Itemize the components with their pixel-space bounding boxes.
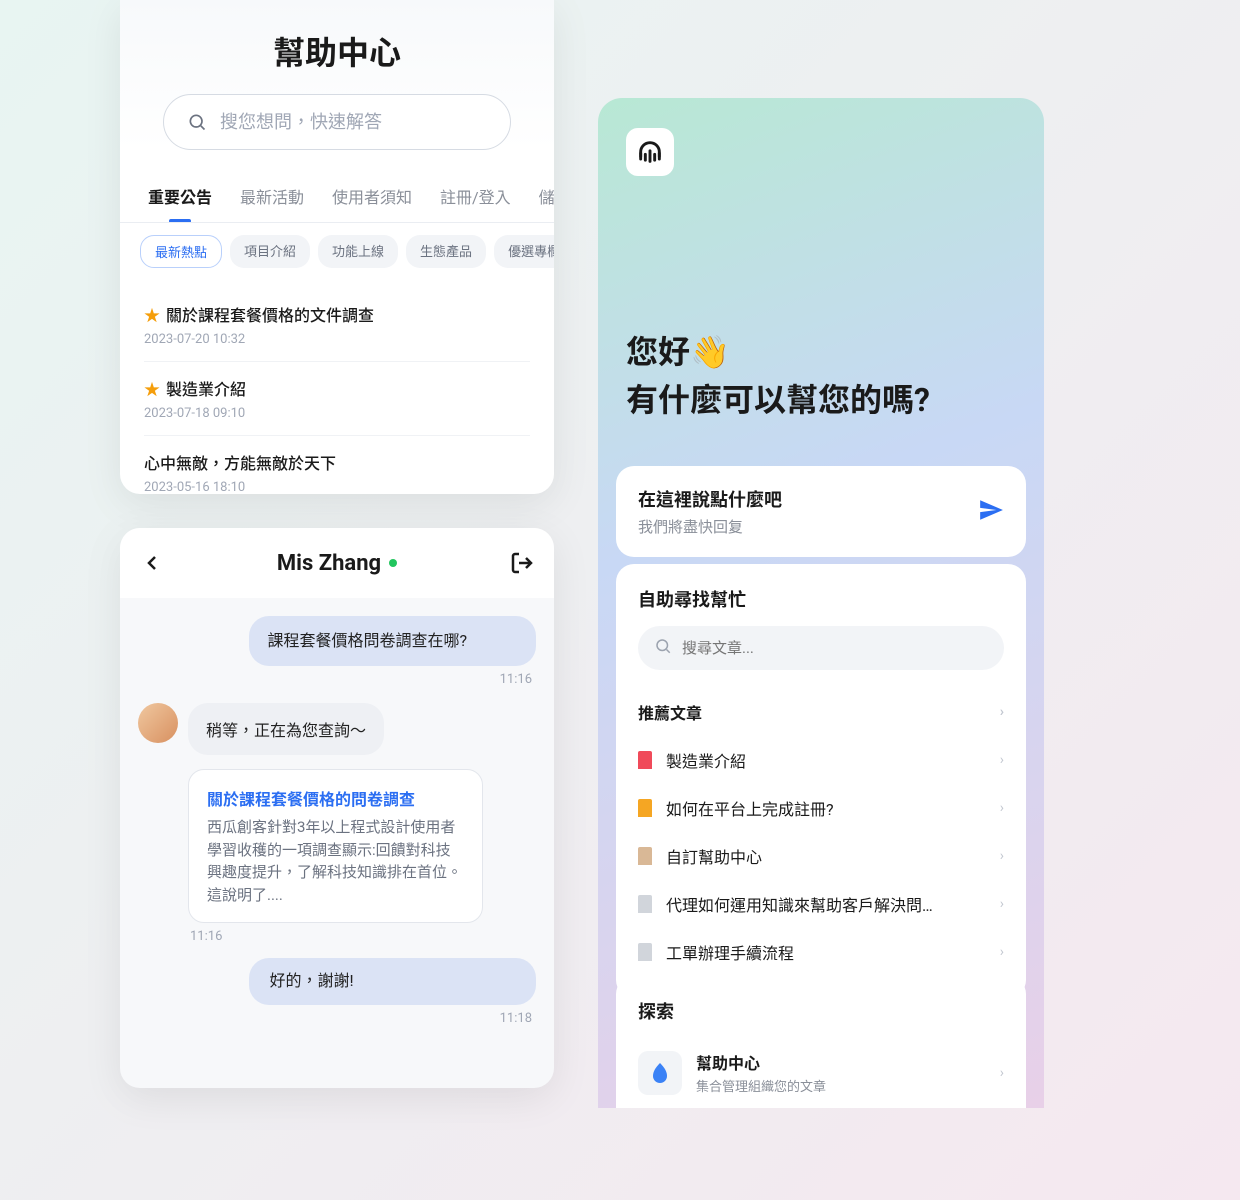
- pill-eco[interactable]: 生態產品: [406, 235, 486, 268]
- bookmark-icon: [638, 847, 652, 865]
- search-icon: [187, 112, 207, 132]
- star-icon: ★: [144, 302, 160, 326]
- chevron-right-icon: ›: [1000, 944, 1004, 960]
- message-timestamp: 11:18: [138, 1011, 532, 1026]
- agent-message-row: 稍等，正在為您查詢～: [138, 703, 536, 755]
- chat-body: 課程套餐價格問卷調查在哪? 11:16 稍等，正在為您查詢～ 關於課程套餐價格的…: [120, 598, 554, 1060]
- search-icon: [654, 637, 672, 659]
- item-title-text: 心中無敵，方能無敵於天下: [144, 450, 336, 474]
- bookmark-icon: [638, 943, 652, 961]
- chat-window: Mis Zhang 課程套餐價格問卷調查在哪? 11:16 稍等，正在為您查詢～…: [120, 528, 554, 1088]
- recommended-articles-row[interactable]: 推薦文章 ›: [638, 688, 1004, 736]
- explore-row-developer-center[interactable]: 開發者中心 問題解答 ›: [638, 1107, 1004, 1108]
- article-title: 代理如何運用知識來幫助客戶解決問…: [666, 892, 933, 916]
- exit-icon[interactable]: [510, 551, 534, 575]
- agent-message-bubble: 稍等，正在為您查詢～: [188, 703, 384, 755]
- article-search-wrap: [638, 626, 1004, 670]
- explore-card: 探索 幫助中心 集合管理組織您的文章 › 開發者中心 問題解答 ›: [616, 976, 1026, 1108]
- greeting-line-2: 有什麼可以幫您的嗎?: [626, 376, 930, 424]
- chevron-right-icon: ›: [1000, 704, 1004, 720]
- chat-header: Mis Zhang: [120, 528, 554, 598]
- help-center-title: 幫助中心: [144, 28, 530, 74]
- help-center-card: 幫助中心 重要公告 最新活動 使用者須知 註冊/登入 儲值 最新熱點 項目介紹 …: [120, 0, 554, 494]
- ask-question-card[interactable]: 在這裡說點什麼吧 我們將盡快回复: [616, 466, 1026, 557]
- item-title-text: 製造業介紹: [166, 376, 246, 400]
- article-row[interactable]: 如何在平台上完成註冊? ›: [638, 784, 1004, 832]
- item-timestamp: 2023-07-20 10:32: [144, 332, 530, 347]
- online-status-dot: [389, 559, 397, 567]
- article-row[interactable]: 工單辦理手續流程 ›: [638, 928, 1004, 976]
- explore-title: 探索: [638, 998, 1004, 1024]
- item-timestamp: 2023-07-18 09:10: [144, 406, 530, 421]
- message-timestamp: 11:16: [190, 929, 536, 944]
- search-field-wrap: [163, 94, 511, 150]
- chevron-right-icon: ›: [1000, 752, 1004, 768]
- ask-title: 在這裡說點什麼吧: [638, 486, 782, 512]
- send-icon: [978, 497, 1004, 527]
- pill-featured[interactable]: 優選專欄: [494, 235, 554, 268]
- tab-register-login[interactable]: 註冊/登入: [440, 170, 511, 222]
- explore-row-help-center[interactable]: 幫助中心 集合管理組織您的文章 ›: [638, 1038, 1004, 1107]
- article-card-bubble[interactable]: 關於課程套餐價格的問卷調查 西瓜創客針對3年以上程式設計使用者學習收穫的一項調查…: [188, 769, 483, 923]
- self-help-card: 自助尋找幫忙 推薦文章 › 製造業介紹 › 如何在平台上完成註冊? › 自訂幫助…: [616, 564, 1026, 998]
- item-timestamp: 2023-05-16 18:10: [144, 480, 530, 494]
- article-title: 自訂幫助中心: [666, 844, 762, 868]
- article-row[interactable]: 製造業介紹 ›: [638, 736, 1004, 784]
- list-item[interactable]: ★關於課程套餐價格的文件調查 2023-07-20 10:32: [144, 288, 530, 362]
- chevron-right-icon: ›: [1000, 800, 1004, 816]
- pill-features[interactable]: 功能上線: [318, 235, 398, 268]
- list-item[interactable]: 心中無敵，方能無敵於天下 2023-05-16 18:10: [144, 436, 530, 494]
- chevron-right-icon: ›: [1000, 848, 1004, 864]
- agent-avatar: [138, 703, 178, 743]
- self-help-title: 自助尋找幫忙: [638, 586, 1004, 612]
- tab-announcements[interactable]: 重要公告: [148, 170, 212, 222]
- tab-events[interactable]: 最新活動: [240, 170, 304, 222]
- filter-pills: 最新熱點 項目介紹 功能上線 生態產品 優選專欄: [120, 223, 554, 280]
- leaf-icon: [638, 1051, 682, 1095]
- user-message-bubble: 課程套餐價格問卷調查在哪?: [249, 616, 536, 666]
- ask-text-block: 在這裡說點什麼吧 我們將盡快回复: [638, 486, 782, 537]
- user-message-bubble: 好的，謝謝!: [249, 958, 536, 1004]
- article-title: 如何在平台上完成註冊?: [666, 796, 834, 820]
- bookmark-icon: [638, 751, 652, 769]
- pill-hot[interactable]: 最新熱點: [140, 235, 222, 268]
- ask-subtitle: 我們將盡快回复: [638, 516, 782, 537]
- bookmark-icon: [638, 799, 652, 817]
- assistant-panel: 您好👋 有什麼可以幫您的嗎? 在這裡說點什麼吧 我們將盡快回复 自助尋找幫忙 推…: [598, 98, 1044, 1108]
- explore-item-title: 幫助中心: [696, 1050, 986, 1074]
- item-title-text: 關於課程套餐價格的文件調查: [166, 302, 374, 326]
- list-item[interactable]: ★製造業介紹 2023-07-18 09:10: [144, 362, 530, 436]
- help-tabs: 重要公告 最新活動 使用者須知 註冊/登入 儲值: [120, 170, 554, 223]
- help-search-input[interactable]: [163, 94, 511, 150]
- article-row[interactable]: 自訂幫助中心 ›: [638, 832, 1004, 880]
- brand-logo: [626, 128, 674, 176]
- chevron-right-icon: ›: [1000, 1065, 1004, 1081]
- article-search-input[interactable]: [638, 626, 1004, 670]
- help-center-header: 幫助中心: [120, 0, 554, 150]
- pill-projects[interactable]: 項目介紹: [230, 235, 310, 268]
- bookmark-icon: [638, 895, 652, 913]
- tab-user-guide[interactable]: 使用者須知: [332, 170, 412, 222]
- back-icon[interactable]: [140, 551, 164, 575]
- greeting-line-1: 您好👋: [626, 328, 930, 376]
- article-card-title: 關於課程套餐價格的問卷調查: [207, 786, 464, 810]
- article-card-desc: 西瓜創客針對3年以上程式設計使用者學習收穫的一項調查顯示:回饋對科技興趣度提升，…: [207, 816, 464, 906]
- recommended-label: 推薦文章: [638, 700, 702, 724]
- tab-deposit[interactable]: 儲值: [539, 170, 554, 222]
- star-icon: ★: [144, 376, 160, 400]
- article-row[interactable]: 代理如何運用知識來幫助客戶解決問… ›: [638, 880, 1004, 928]
- article-title: 工單辦理手續流程: [666, 940, 794, 964]
- chat-agent-name: Mis Zhang: [277, 551, 397, 576]
- article-title: 製造業介紹: [666, 748, 746, 772]
- announcement-list: ★關於課程套餐價格的文件調查 2023-07-20 10:32 ★製造業介紹 2…: [120, 280, 554, 494]
- greeting: 您好👋 有什麼可以幫您的嗎?: [626, 328, 930, 424]
- agent-name-text: Mis Zhang: [277, 551, 381, 576]
- explore-item-subtitle: 集合管理組織您的文章: [696, 1076, 986, 1095]
- message-timestamp: 11:16: [138, 672, 532, 687]
- chevron-right-icon: ›: [1000, 896, 1004, 912]
